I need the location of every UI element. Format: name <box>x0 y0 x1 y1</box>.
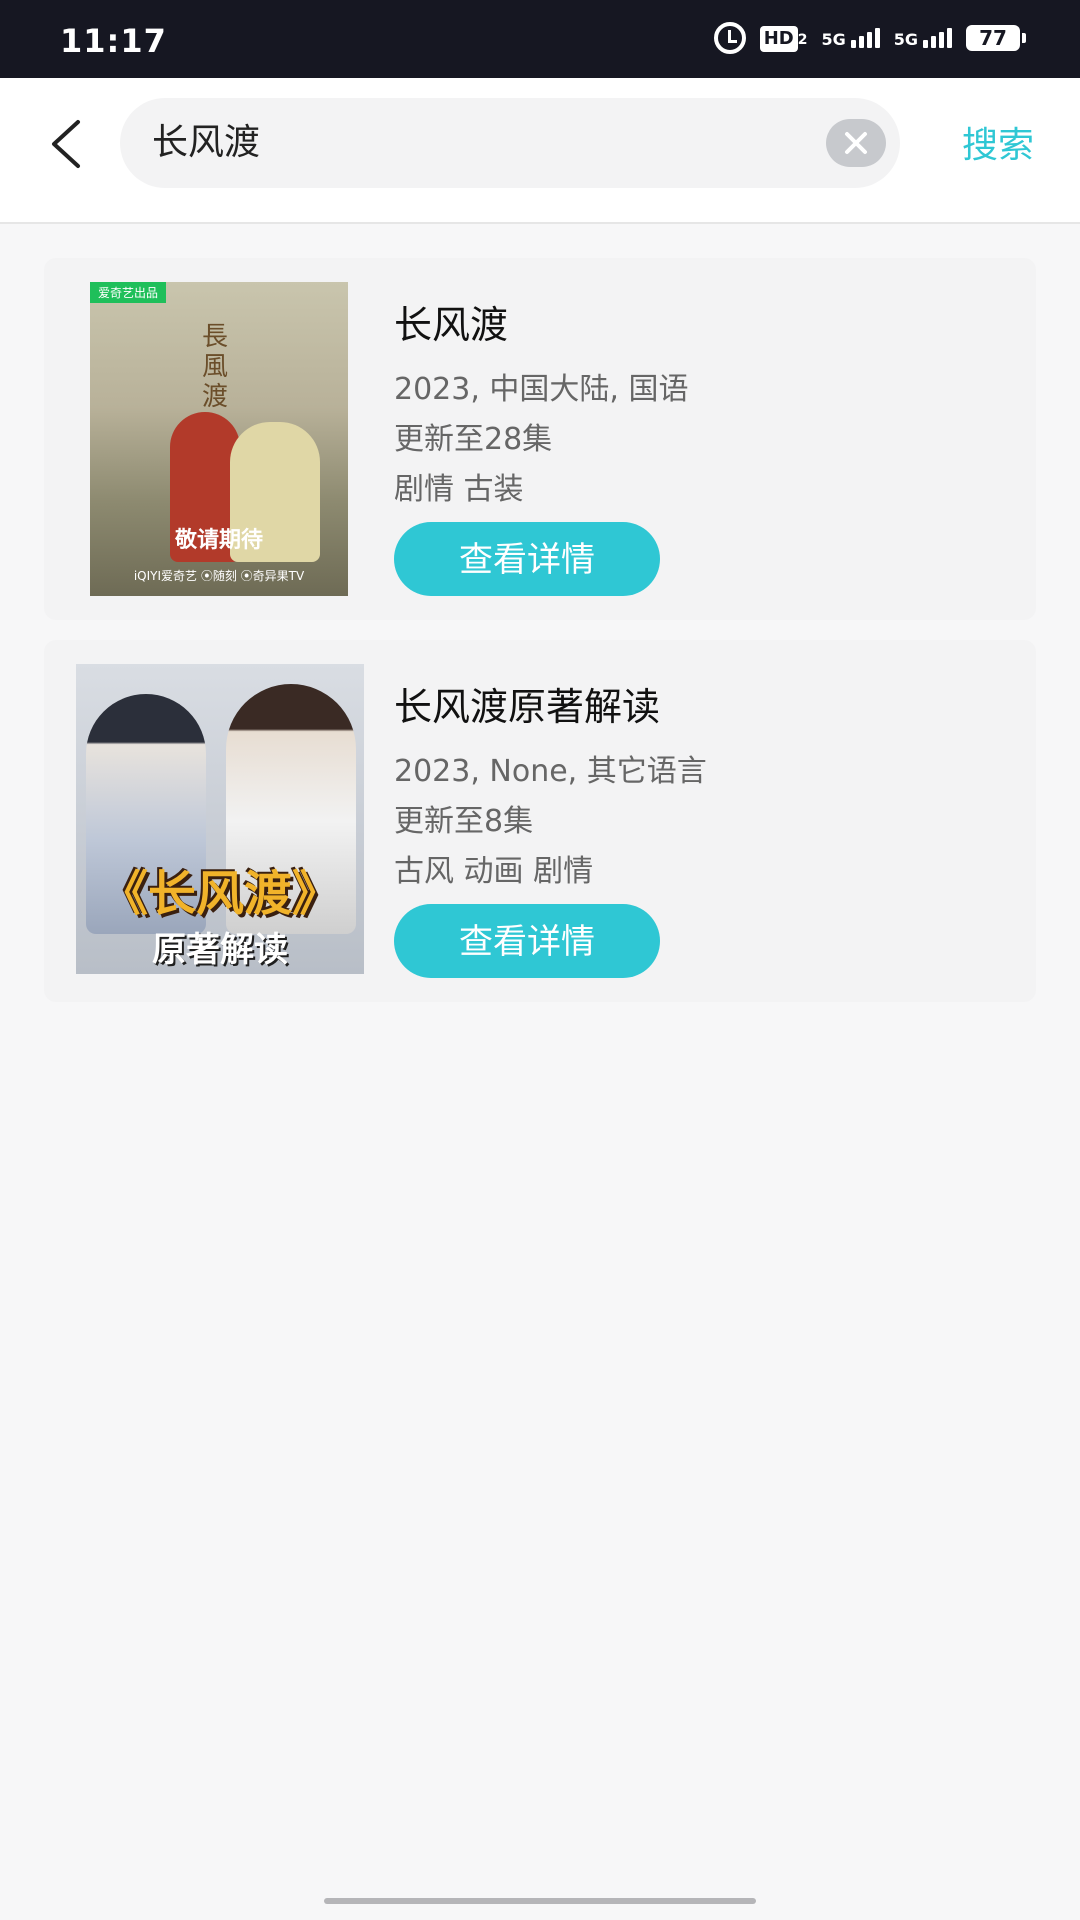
result-title: 长风渡原著解读 <box>394 685 661 729</box>
signal-bar <box>923 40 928 48</box>
poster-tag: 爱奇艺出品 <box>90 282 167 303</box>
view-details-button[interactable]: 查看详情 <box>394 522 660 596</box>
clear-search-button[interactable] <box>826 119 886 167</box>
poster-platforms: iQIYI爱奇艺 ⦿随刻 ⦿奇异果TV <box>133 569 305 583</box>
hd-sub: 2 <box>797 31 808 48</box>
battery-icon: 77 <box>966 25 1026 51</box>
signal-bar <box>850 40 856 48</box>
signal-bar <box>874 28 880 48</box>
network-type-label: 5G <box>821 30 846 49</box>
result-card[interactable]: 爱奇艺出品 長風渡 敬请期待 iQIYI爱奇艺 ⦿随刻 ⦿奇异果TV 长风渡 2… <box>44 258 1036 620</box>
alarm-icon <box>713 22 746 54</box>
hd-indicator: HD 2 <box>759 25 808 52</box>
search-box <box>120 98 900 188</box>
search-input[interactable] <box>150 98 810 188</box>
result-genres: 剧情 古装 <box>394 472 524 507</box>
status-time: 11:17 <box>60 22 167 60</box>
signal-bar <box>866 32 872 48</box>
close-icon <box>845 132 867 154</box>
home-indicator[interactable] <box>324 1898 756 1904</box>
result-episodes: 更新至8集 <box>394 804 534 839</box>
poster-title-banner: 《长风渡》 <box>99 866 340 922</box>
search-header: 搜索 <box>0 78 1080 224</box>
result-info: 长风渡 2023, 中国大陆, 国语 更新至28集 剧情 古装 <box>394 294 994 515</box>
poster-caption: 敬请期待 <box>174 528 263 553</box>
network-type-label-2: 5G <box>893 30 918 49</box>
signal-bar <box>931 36 936 48</box>
result-episodes: 更新至28集 <box>394 422 553 457</box>
status-bar: 11:17 HD 2 5G 5G 77 <box>0 0 1080 78</box>
poster-calligraphy: 長風渡 <box>201 322 228 412</box>
chevron-left-icon <box>52 120 80 168</box>
result-meta: 2023, 中国大陆, 国语 <box>394 372 689 407</box>
signal-icon-2: 5G <box>894 28 952 48</box>
signal-icon: 5G <box>821 28 880 49</box>
signal-bar <box>947 28 952 48</box>
result-title: 长风渡 <box>394 303 509 347</box>
poster-image[interactable]: 爱奇艺出品 長風渡 敬请期待 iQIYI爱奇艺 ⦿随刻 ⦿奇异果TV <box>90 282 348 596</box>
signal-bar <box>858 36 864 48</box>
result-genres: 古风 动画 剧情 <box>394 854 594 889</box>
poster-image[interactable]: 《长风渡》 原著解读 <box>76 664 364 974</box>
poster-sub-banner: 原著解读 <box>152 930 288 970</box>
back-button[interactable] <box>40 114 100 174</box>
view-details-button[interactable]: 查看详情 <box>394 904 660 978</box>
status-icons: HD 2 5G 5G 77 <box>713 22 1026 54</box>
signal-bar <box>939 32 944 48</box>
result-info: 长风渡原著解读 2023, None, 其它语言 更新至8集 古风 动画 剧情 <box>394 676 994 897</box>
result-meta: 2023, None, 其它语言 <box>394 754 707 789</box>
result-card[interactable]: 《长风渡》 原著解读 长风渡原著解读 2023, None, 其它语言 更新至8… <box>44 640 1036 1002</box>
hd-badge: HD <box>759 25 798 52</box>
search-button[interactable]: 搜索 <box>962 116 1034 168</box>
search-results-list: 爱奇艺出品 長風渡 敬请期待 iQIYI爱奇艺 ⦿随刻 ⦿奇异果TV 长风渡 2… <box>44 258 1036 1022</box>
